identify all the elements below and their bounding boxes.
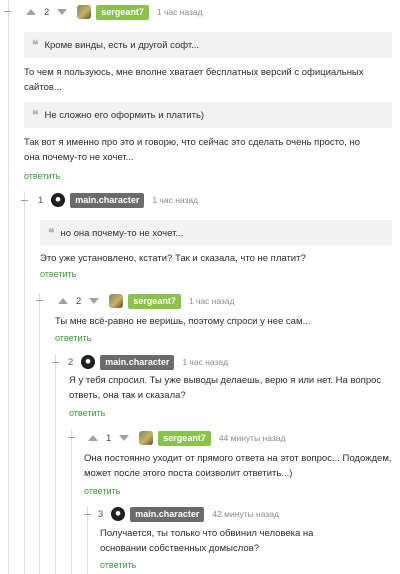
thread-line: [55, 354, 56, 574]
comment-header: 2 sergeant7 1 час назад: [58, 293, 235, 309]
collapse-toggle[interactable]: [52, 362, 59, 363]
avatar[interactable]: [139, 431, 154, 445]
comment-time[interactable]: 42 минуты назад: [212, 509, 279, 519]
comment-text: Она постоянно уходит от прямого ответа н…: [84, 453, 392, 479]
upvote-icon[interactable]: [26, 9, 36, 15]
thread-line: [24, 192, 25, 574]
comment-header: 1 main.character 1 час назад: [38, 192, 198, 208]
collapse-toggle[interactable]: [36, 300, 43, 301]
reply-link[interactable]: ответить: [24, 171, 60, 181]
comment-rating: 1: [106, 432, 112, 444]
comment-time[interactable]: 1 час назад: [157, 7, 203, 17]
comment-time[interactable]: 44 минуты назад: [219, 433, 286, 443]
quote-icon: ❝: [32, 38, 39, 52]
avatar[interactable]: [109, 294, 124, 308]
reply-link[interactable]: ответить: [100, 560, 136, 570]
author-name[interactable]: sergeant7: [96, 4, 149, 20]
upvote-icon[interactable]: [88, 435, 98, 441]
avatar[interactable]: [77, 5, 92, 19]
comment-text: То чем я пользуюсь, мне вполне хватает б…: [24, 67, 364, 93]
author-name[interactable]: main.character: [70, 192, 145, 208]
quote-icon: ❝: [48, 226, 55, 240]
avatar[interactable]: [81, 355, 96, 369]
author-name[interactable]: main.character: [130, 506, 205, 522]
quote-text: но она почему-то не хочет...: [60, 227, 184, 239]
thread-line: [39, 293, 40, 574]
comment-rating: 2: [68, 356, 74, 368]
comment-rating: 1: [38, 194, 44, 206]
quote-icon: ❝: [32, 108, 39, 122]
quote-text: Не сложно его оформить и платить): [44, 109, 205, 121]
comment-rating: 2: [44, 6, 50, 18]
avatar[interactable]: [51, 193, 66, 207]
comment-text: Так вот я именно про это и говорю, что с…: [24, 137, 360, 163]
comment-header: 3 main.character 42 минуты назад: [98, 506, 279, 522]
downvote-icon[interactable]: [89, 298, 100, 304]
reply-link[interactable]: ответить: [84, 486, 120, 496]
author-name[interactable]: sergeant7: [128, 293, 181, 309]
comment-text: Получается, ты только что обвинил челове…: [100, 528, 314, 554]
thread-line: [87, 506, 88, 574]
comment-header: 2 main.character 1 час назад: [68, 354, 228, 370]
thread-line: [71, 430, 72, 574]
author-name[interactable]: sergeant7: [158, 430, 211, 446]
comment-text: Ты мне всё-равно не веришь, поэтому спро…: [55, 316, 311, 327]
quote-block: ❝ Кроме винды, есть и другой софт...: [24, 32, 392, 58]
comment-time[interactable]: 1 час назад: [189, 296, 235, 306]
quote-block: ❝ но она почему-то не хочет...: [40, 220, 392, 246]
comment-rating: 2: [76, 295, 82, 307]
comment-time[interactable]: 1 час назад: [182, 357, 228, 367]
collapse-toggle[interactable]: [4, 11, 11, 12]
comment-header: 2 sergeant7 1 час назад: [26, 4, 203, 20]
reply-link[interactable]: ответить: [69, 408, 105, 418]
thread-line: [8, 0, 9, 574]
avatar[interactable]: [111, 507, 126, 521]
upvote-icon[interactable]: [58, 298, 68, 304]
downvote-icon[interactable]: [119, 435, 130, 441]
quote-block: ❝ Не сложно его оформить и платить): [24, 102, 392, 128]
reply-link[interactable]: ответить: [40, 269, 76, 279]
collapse-toggle[interactable]: [21, 200, 28, 201]
quote-text: Кроме винды, есть и другой софт...: [44, 39, 200, 51]
comment-time[interactable]: 1 час назад: [152, 195, 198, 205]
comment-rating: 3: [98, 508, 104, 520]
author-name[interactable]: main.character: [100, 354, 175, 370]
collapse-toggle[interactable]: [68, 437, 75, 438]
reply-link[interactable]: ответить: [55, 333, 91, 343]
comment-text: Это уже установлено, кстати? Так и сказа…: [40, 253, 306, 264]
comment-header: 1 sergeant7 44 минуты назад: [88, 430, 285, 446]
collapse-toggle[interactable]: [84, 514, 91, 515]
comment-text: Я у тебя спросил. Ты уже выводы делаешь,…: [69, 375, 382, 401]
downvote-icon[interactable]: [57, 9, 68, 15]
